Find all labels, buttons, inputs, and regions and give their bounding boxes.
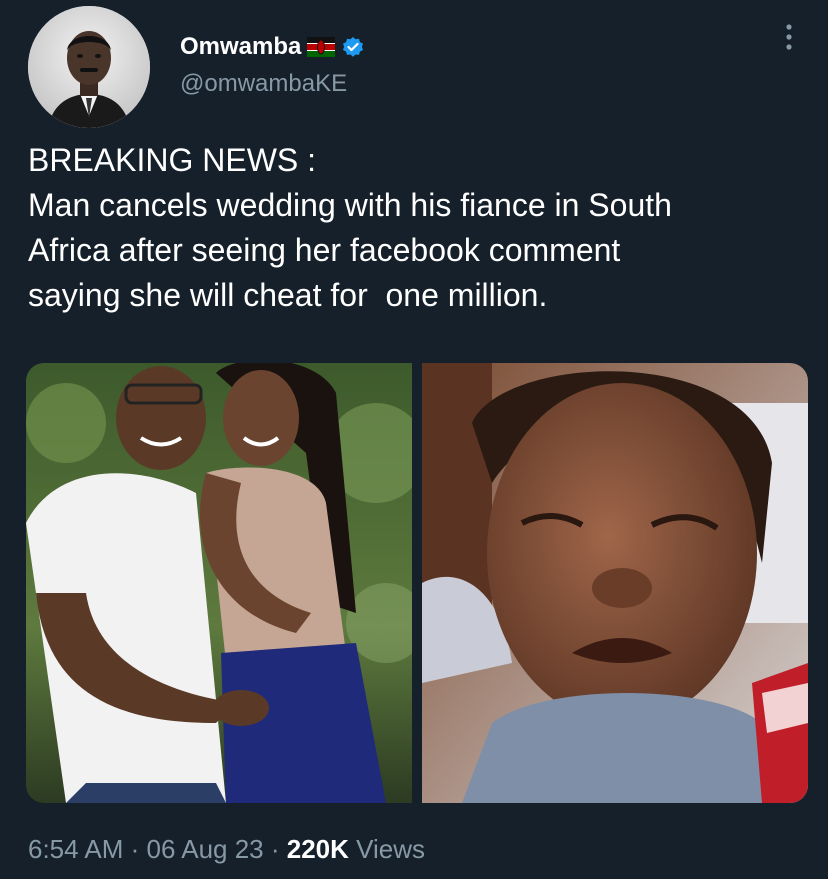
meta-separator: · <box>123 834 147 864</box>
media-photo-crying-woman[interactable] <box>422 363 808 803</box>
verified-badge-icon <box>341 35 365 59</box>
author-handle[interactable]: @omwambaKE <box>180 70 347 98</box>
avatar-photo <box>28 6 150 128</box>
more-vertical-icon[interactable] <box>784 22 794 52</box>
tweet-text-line: saying she will cheat for one million. <box>28 277 548 313</box>
tweet-date[interactable]: 06 Aug 23 <box>147 834 264 864</box>
views-count[interactable]: 220K <box>287 834 349 864</box>
tweet-time[interactable]: 6:54 AM <box>28 834 123 864</box>
author-name-row[interactable]: Omwamba <box>180 33 365 61</box>
kenya-flag-icon <box>307 37 336 57</box>
tweet-meta: 6:54 AM · 06 Aug 23 · 220K Views <box>28 834 425 865</box>
tweet[interactable]: Omwamba @omwambaKE BREAKING NEWS: Man c… <box>0 0 828 879</box>
display-name[interactable]: Omwamba <box>180 33 301 61</box>
tweet-media[interactable] <box>26 363 808 803</box>
avatar[interactable] <box>28 6 150 128</box>
tweet-text-line: Man cancels wedding with his fiance in S… <box>28 187 672 223</box>
views-label[interactable]: Views <box>349 834 425 864</box>
tweet-text-line: BREAKING NEWS : <box>28 142 317 178</box>
tweet-text: BREAKING NEWS : Man cancels wedding with… <box>28 138 808 318</box>
tweet-text-line: Africa after seeing her facebook comment <box>28 232 621 268</box>
media-photo-couple[interactable] <box>26 363 412 803</box>
meta-separator: · <box>263 834 287 864</box>
